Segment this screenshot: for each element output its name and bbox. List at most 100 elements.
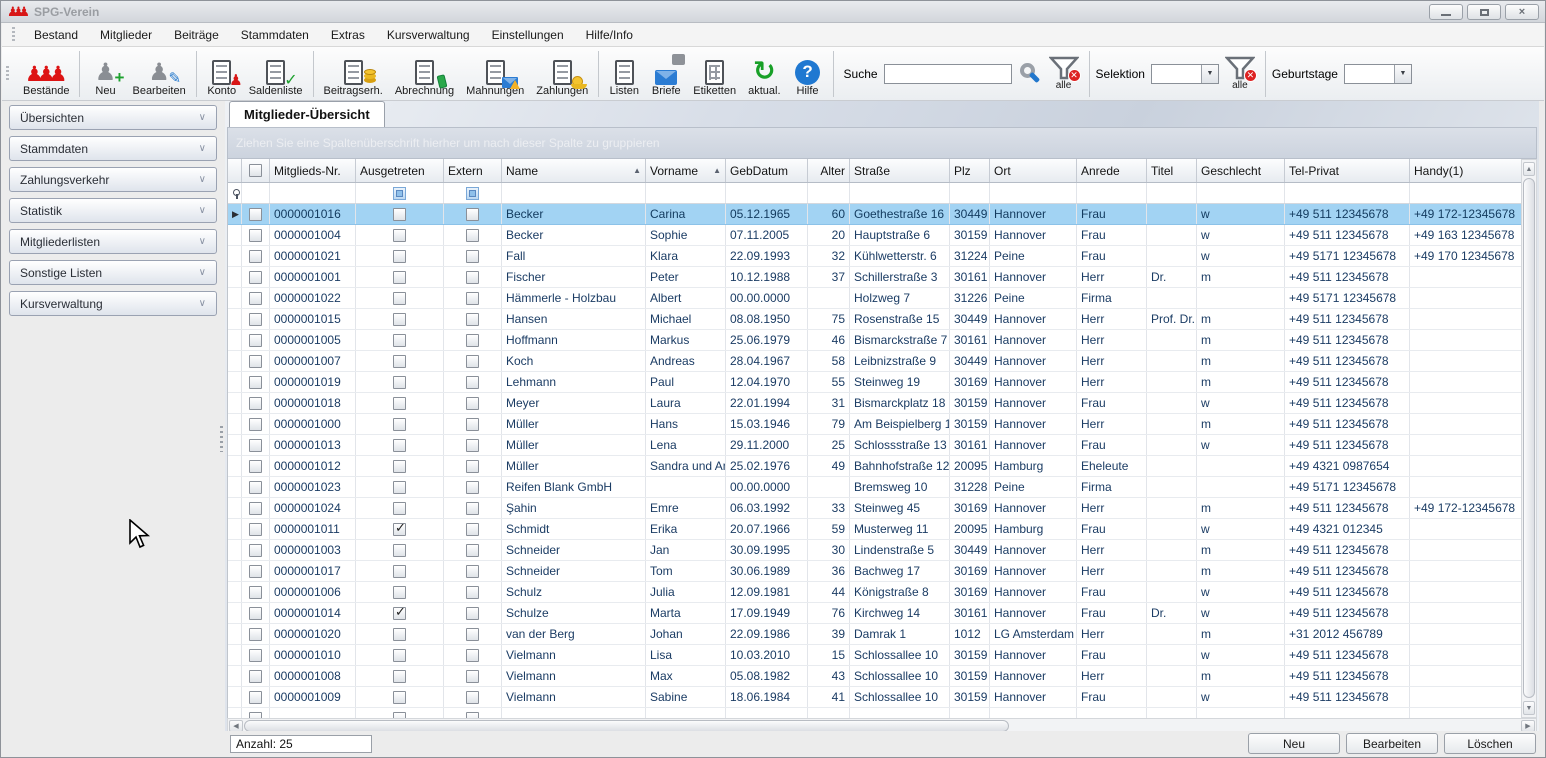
- filter-checkbox-ausgetreten[interactable]: [356, 183, 444, 203]
- row-select-checkbox[interactable]: [242, 246, 270, 266]
- checkbox-unchecked[interactable]: [466, 355, 479, 368]
- row-select-checkbox[interactable]: [242, 603, 270, 623]
- bestaende-button[interactable]: ♟♟♟ Bestände: [18, 50, 74, 98]
- row-select-checkbox[interactable]: [242, 414, 270, 434]
- checkbox-unchecked[interactable]: [393, 250, 406, 263]
- menu-stammdaten[interactable]: Stammdaten: [230, 24, 320, 46]
- filter-cell[interactable]: [850, 183, 950, 203]
- checkbox-unchecked[interactable]: [393, 292, 406, 305]
- checkbox-unchecked[interactable]: [466, 376, 479, 389]
- checkbox-unchecked[interactable]: [466, 208, 479, 221]
- table-row[interactable]: 0000001018MeyerLaura22.01.199431Bismarck…: [228, 393, 1521, 414]
- row-select-checkbox[interactable]: [242, 687, 270, 707]
- sidebar-item-statistik[interactable]: Statistik∨: [9, 198, 217, 223]
- checkbox-unchecked[interactable]: [249, 313, 262, 326]
- checkbox-unchecked[interactable]: [393, 334, 406, 347]
- checkbox-unchecked[interactable]: [249, 565, 262, 578]
- filter-cell[interactable]: [1410, 183, 1522, 203]
- extern-checkbox[interactable]: [444, 603, 502, 623]
- ausgetreten-checkbox[interactable]: [356, 645, 444, 665]
- col-header-handy[interactable]: Handy(1): [1410, 159, 1522, 182]
- checkbox-unchecked[interactable]: [249, 376, 262, 389]
- extern-checkbox[interactable]: [444, 456, 502, 476]
- filter-cell[interactable]: [242, 183, 270, 203]
- checkbox-unchecked[interactable]: [466, 439, 479, 452]
- checkbox-unchecked[interactable]: [393, 670, 406, 683]
- checkbox-unchecked[interactable]: [466, 229, 479, 242]
- menu-einstellungen[interactable]: Einstellungen: [481, 24, 575, 46]
- menu-bestand[interactable]: Bestand: [23, 24, 89, 46]
- extern-checkbox[interactable]: [444, 330, 502, 350]
- search-input[interactable]: [884, 64, 1012, 84]
- checkbox-unchecked[interactable]: [466, 523, 479, 536]
- checkbox-unchecked[interactable]: [393, 439, 406, 452]
- col-header-plz[interactable]: Plz: [950, 159, 990, 182]
- checkbox-checked[interactable]: ✓: [393, 523, 406, 536]
- hilfe-button[interactable]: ? Hilfe: [788, 50, 828, 98]
- filter-cell[interactable]: [726, 183, 808, 203]
- table-row[interactable]: 0000001012MüllerSandra und André25.02.19…: [228, 456, 1521, 477]
- ausgetreten-checkbox[interactable]: [356, 666, 444, 686]
- checkbox-unchecked[interactable]: [466, 271, 479, 284]
- checkbox-unchecked[interactable]: [249, 292, 262, 305]
- group-by-panel[interactable]: Ziehen Sie eine Spaltenüberschrift hierh…: [227, 127, 1537, 159]
- table-row[interactable]: 0000001005HoffmannMarkus25.06.197946Bism…: [228, 330, 1521, 351]
- vertical-scrollbar[interactable]: ▲ ▼: [1521, 159, 1537, 718]
- col-header-extern[interactable]: Extern: [444, 159, 502, 182]
- checkbox-unchecked[interactable]: [466, 481, 479, 494]
- checkbox-unchecked[interactable]: [466, 250, 479, 263]
- sidebar-item-uebersichten[interactable]: Übersichten∨: [9, 105, 217, 130]
- table-row[interactable]: 0000001008VielmannMax05.08.198243Schloss…: [228, 666, 1521, 687]
- filter-cell[interactable]: [646, 183, 726, 203]
- table-row[interactable]: 0000001023Reifen Blank GmbH00.00.0000Bre…: [228, 477, 1521, 498]
- col-header-vorname[interactable]: Vorname▲: [646, 159, 726, 182]
- table-row[interactable]: 0000001000MüllerHans15.03.194679Am Beisp…: [228, 414, 1521, 435]
- ausgetreten-checkbox[interactable]: [356, 204, 444, 224]
- checkbox-unchecked[interactable]: [393, 229, 406, 242]
- row-select-checkbox[interactable]: [242, 666, 270, 686]
- ausgetreten-checkbox[interactable]: [356, 414, 444, 434]
- checkbox-unchecked[interactable]: [466, 691, 479, 704]
- checkbox-unchecked[interactable]: [249, 460, 262, 473]
- extern-checkbox[interactable]: [444, 246, 502, 266]
- col-header-anrede[interactable]: Anrede: [1077, 159, 1147, 182]
- extern-checkbox[interactable]: [444, 393, 502, 413]
- extern-checkbox[interactable]: [444, 309, 502, 329]
- extern-checkbox[interactable]: [444, 666, 502, 686]
- filter-cell[interactable]: [1285, 183, 1410, 203]
- ausgetreten-checkbox[interactable]: [356, 330, 444, 350]
- filter-cell[interactable]: [270, 183, 356, 203]
- maximize-button[interactable]: [1467, 4, 1501, 20]
- ausgetreten-checkbox[interactable]: [356, 288, 444, 308]
- menu-mitglieder[interactable]: Mitglieder: [89, 24, 163, 46]
- row-select-checkbox[interactable]: [242, 309, 270, 329]
- extern-checkbox[interactable]: [444, 498, 502, 518]
- checkbox-unchecked[interactable]: [249, 691, 262, 704]
- extern-checkbox[interactable]: [444, 351, 502, 371]
- checkbox-unchecked[interactable]: [393, 649, 406, 662]
- checkbox-unchecked[interactable]: [249, 250, 262, 263]
- checkbox-unchecked[interactable]: [249, 502, 262, 515]
- ausgetreten-checkbox[interactable]: [356, 498, 444, 518]
- checkbox-unchecked[interactable]: [466, 292, 479, 305]
- row-select-checkbox[interactable]: [242, 267, 270, 287]
- filter-cell[interactable]: [808, 183, 850, 203]
- footer-neu-button[interactable]: Neu: [1248, 733, 1340, 754]
- table-row[interactable]: 0000001001FischerPeter10.12.198837Schill…: [228, 267, 1521, 288]
- checkbox-unchecked[interactable]: [393, 628, 406, 641]
- checkbox-unchecked[interactable]: [249, 544, 262, 557]
- row-select-checkbox[interactable]: [242, 330, 270, 350]
- menu-beitraege[interactable]: Beiträge: [163, 24, 230, 46]
- checkbox-unchecked[interactable]: [466, 313, 479, 326]
- table-row[interactable]: 0000001024ŞahinEmre06.03.199233Steinweg …: [228, 498, 1521, 519]
- scroll-down-icon[interactable]: ▼: [1523, 701, 1535, 715]
- ausgetreten-checkbox[interactable]: [356, 351, 444, 371]
- checkbox-unchecked[interactable]: [393, 355, 406, 368]
- checkbox-unchecked[interactable]: [466, 544, 479, 557]
- sidebar-item-stammdaten[interactable]: Stammdaten∨: [9, 136, 217, 161]
- extern-checkbox[interactable]: [444, 204, 502, 224]
- extern-checkbox[interactable]: [444, 288, 502, 308]
- ausgetreten-checkbox[interactable]: [356, 372, 444, 392]
- row-select-checkbox[interactable]: [242, 435, 270, 455]
- checkbox-unchecked[interactable]: [466, 628, 479, 641]
